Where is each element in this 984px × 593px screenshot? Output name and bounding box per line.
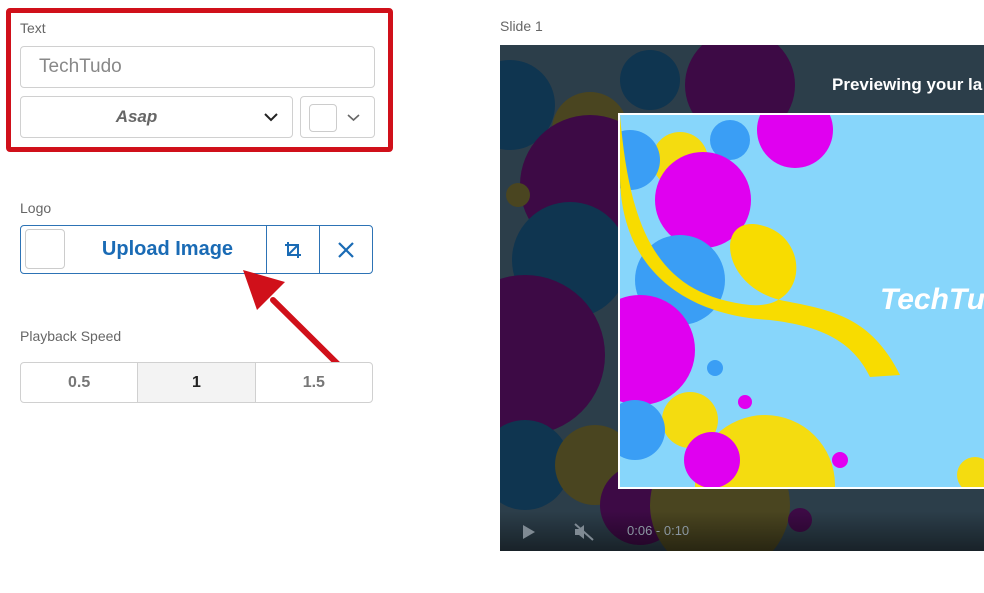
- video-preview[interactable]: Previewing your la TechTu 0:06 - 0:10: [500, 45, 984, 551]
- speed-option-0.5[interactable]: 0.5: [21, 363, 139, 402]
- close-icon: [338, 241, 354, 258]
- color-select[interactable]: [300, 96, 375, 138]
- mute-icon[interactable]: [573, 523, 595, 541]
- preview-title: Previewing your la: [832, 75, 983, 94]
- speed-option-1.5[interactable]: 1.5: [256, 363, 372, 402]
- font-value: Asap: [115, 107, 158, 126]
- play-icon[interactable]: [522, 524, 536, 540]
- time-display: 0:06 - 0:10: [627, 523, 690, 538]
- logo-thumbnail: [25, 229, 65, 269]
- slide-label: Slide 1: [500, 18, 543, 34]
- crop-icon: [285, 241, 301, 258]
- text-input[interactable]: TechTudo: [20, 46, 375, 88]
- video-controls: 0:06 - 0:10: [500, 511, 984, 551]
- playback-speed-selector: 0.5 1 1.5: [20, 362, 373, 403]
- chevron-down-icon: [264, 113, 278, 122]
- speed-option-1[interactable]: 1: [138, 363, 256, 402]
- text-label: Text: [20, 20, 46, 36]
- slide-canvas: TechTu: [618, 113, 984, 489]
- color-swatch: [309, 104, 337, 132]
- chevron-down-icon: [347, 114, 360, 122]
- font-select[interactable]: Asap: [20, 96, 293, 138]
- slide-text: TechTu: [880, 283, 984, 316]
- playback-speed-label: Playback Speed: [20, 328, 122, 344]
- logo-label: Logo: [20, 200, 52, 216]
